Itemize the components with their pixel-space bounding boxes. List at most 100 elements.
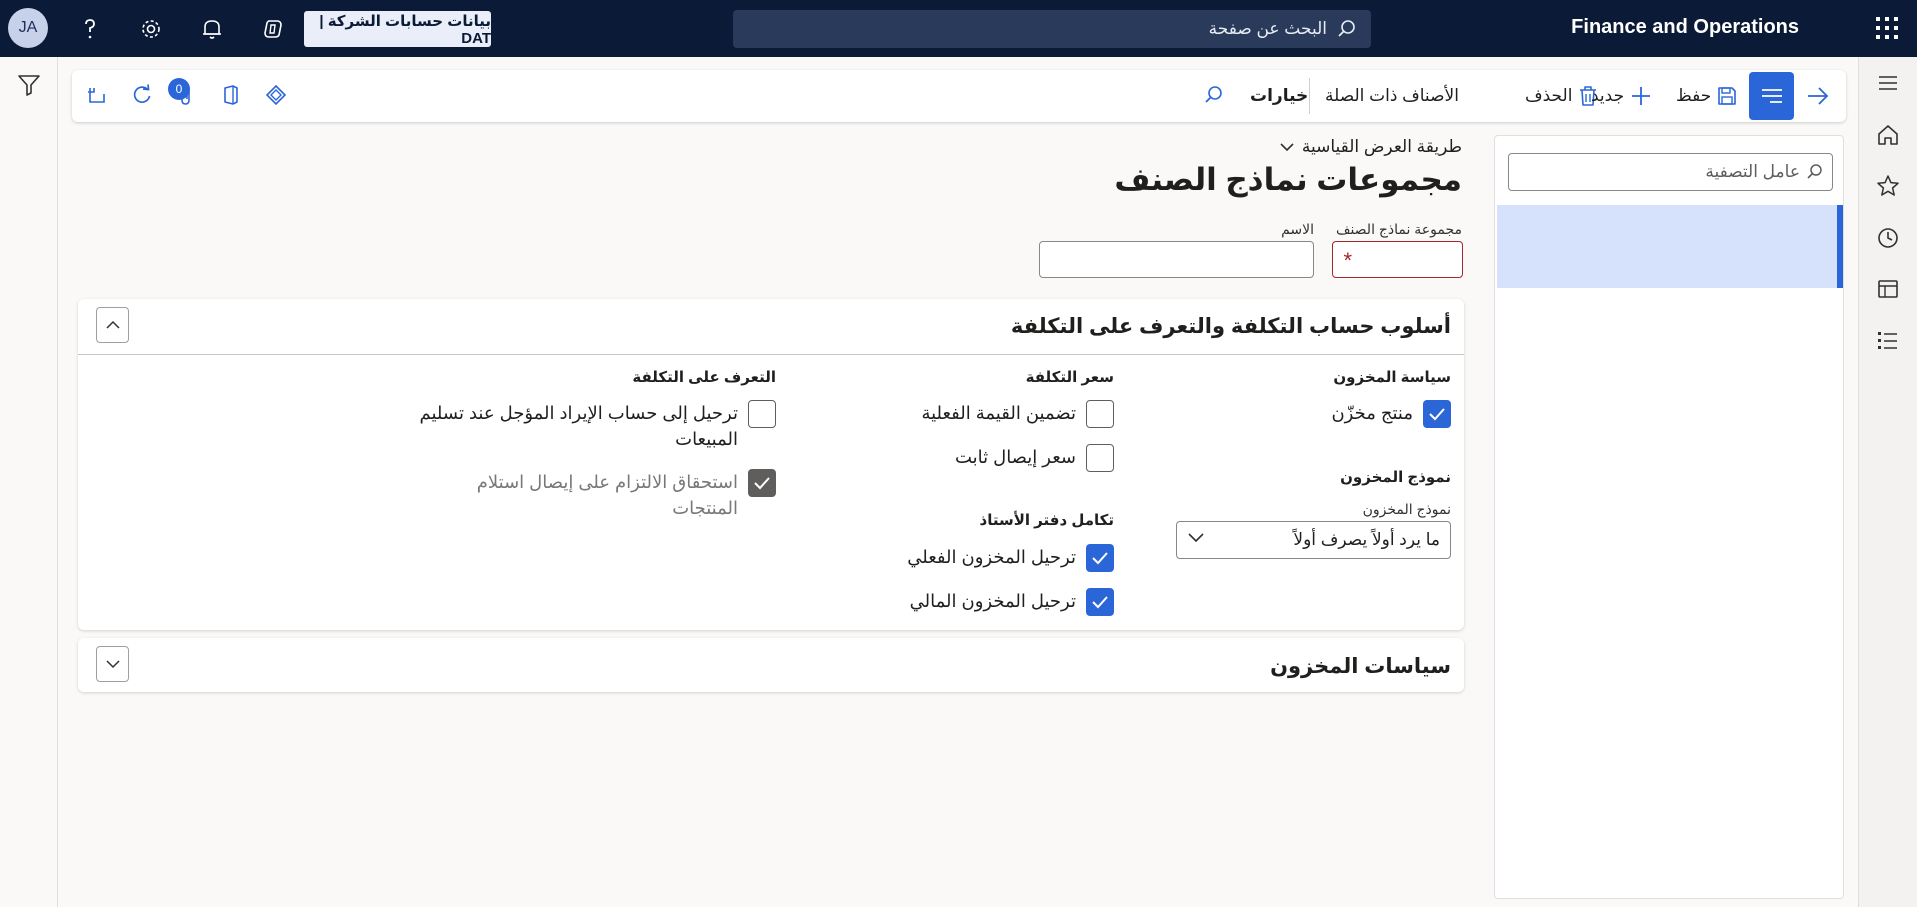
add-plus-icon — [1630, 85, 1652, 107]
app-title[interactable]: Finance and Operations — [1571, 16, 1799, 39]
selected-list-row[interactable] — [1497, 205, 1843, 288]
inventory-model-label: نموذج المخزون — [1362, 501, 1451, 517]
chevron-down-icon — [105, 659, 121, 669]
delete-label: الحذف — [1525, 86, 1573, 105]
home-icon[interactable] — [1876, 123, 1900, 147]
fixed-receipt-price-row[interactable]: سعر إيصال ثابت — [955, 444, 1114, 472]
accrue-liability-checkbox — [748, 469, 776, 497]
action-separator — [1309, 78, 1310, 114]
cost-price-heading: سعر التكلفة — [1025, 369, 1114, 386]
costing-fasttab-header[interactable]: أسلوب حساب التكلفة والتعرف على التكلفة — [78, 299, 1464, 354]
post-financial-inventory-checkbox[interactable] — [1086, 588, 1114, 616]
cost-recognition-heading: التعرف على التكلفة — [632, 369, 776, 386]
action-search-icon[interactable] — [1203, 84, 1227, 108]
filter-search-icon — [1806, 163, 1824, 181]
waffle-icon[interactable] — [1875, 16, 1899, 40]
page-search-input[interactable]: البحث عن صفحة — [733, 10, 1371, 48]
accrue-liability-row: استحقاق الالتزام على إيصال استلام المنتج… — [477, 469, 776, 521]
post-physical-inventory-label: ترحيل المخزون الفعلي — [907, 547, 1076, 567]
office-apps-icon[interactable] — [220, 84, 244, 108]
list-filter-input[interactable]: عامل التصفية — [1508, 153, 1833, 191]
new-button[interactable]: جديد — [1591, 70, 1652, 122]
item-model-group-input[interactable]: * — [1332, 241, 1463, 278]
save-disk-icon — [1717, 86, 1737, 106]
collapse-fasttab-button[interactable] — [96, 307, 129, 343]
right-navigation-rail — [1858, 57, 1917, 907]
record-list-panel: عامل التصفية — [1494, 135, 1844, 899]
attachments-count-badge: 0 — [168, 78, 190, 100]
workspaces-icon[interactable] — [1876, 277, 1900, 301]
options-tab[interactable]: خيارات — [1250, 70, 1308, 122]
post-deferred-revenue-checkbox[interactable] — [748, 400, 776, 428]
costing-fasttab-title: أسلوب حساب التكلفة والتعرف على التكلفة — [1010, 315, 1451, 338]
chevron-down-icon — [1187, 532, 1205, 544]
post-financial-inventory-label: ترحيل المخزون المالي — [909, 591, 1076, 611]
favorites-star-icon[interactable] — [1876, 174, 1900, 198]
ledger-integration-heading: تكامل دفتر الأستاذ — [979, 512, 1115, 529]
chevron-down-icon — [1280, 142, 1294, 152]
action-pane: خيارات الأصناف ذات الصلة الحذف جديد حفظ — [72, 70, 1846, 122]
post-deferred-revenue-row[interactable]: ترحيل إلى حساب الإيراد المؤجل عند تسليم … — [420, 400, 776, 452]
inventory-model-value: ما يرد أولاً يصرف أولاً — [1293, 530, 1440, 549]
list-filter-placeholder: عامل التصفية — [1705, 162, 1800, 181]
inventory-model-heading: نموذج المخزون — [1340, 469, 1451, 486]
expand-fasttab-button[interactable] — [96, 646, 129, 682]
power-apps-icon[interactable] — [265, 84, 289, 108]
inventory-policies-fasttab[interactable]: سياسات المخزون — [78, 638, 1464, 692]
stocked-product-checkbox[interactable] — [1423, 400, 1451, 428]
include-physical-value-label: تضمين القيمة الفعلية — [921, 403, 1076, 423]
related-items-label: الأصناف ذات الصلة — [1325, 86, 1459, 105]
settings-icon[interactable] — [137, 15, 165, 43]
refresh-icon[interactable] — [131, 84, 155, 108]
post-financial-inventory-row[interactable]: ترحيل المخزون المالي — [910, 588, 1114, 616]
required-star: * — [1343, 248, 1352, 273]
filter-icon[interactable] — [17, 73, 41, 97]
fasttab-divider — [78, 354, 1464, 355]
list-lines-icon — [1760, 86, 1784, 106]
name-input[interactable] — [1039, 241, 1314, 278]
user-avatar[interactable]: JA — [8, 8, 48, 48]
related-items-tab[interactable]: الأصناف ذات الصلة — [1325, 70, 1459, 122]
costing-fasttab: أسلوب حساب التكلفة والتعرف على التكلفة س… — [78, 299, 1464, 630]
accrue-liability-line2: المنتجات — [672, 498, 738, 518]
inventory-policy-heading: سياسة المخزون — [1333, 369, 1451, 386]
post-physical-inventory-checkbox[interactable] — [1086, 544, 1114, 572]
name-label: الاسم — [1281, 221, 1314, 237]
recent-clock-icon[interactable] — [1876, 226, 1900, 250]
inventory-model-select[interactable]: ما يرد أولاً يصرف أولاً — [1176, 521, 1451, 559]
new-label: جديد — [1591, 86, 1625, 105]
search-placeholder: البحث عن صفحة — [1208, 19, 1327, 38]
item-model-group-label: مجموعة نماذج الصنف — [1335, 221, 1462, 237]
search-icon — [1337, 19, 1357, 39]
inventory-policies-fasttab-title: سياسات المخزون — [1270, 655, 1451, 678]
delete-button[interactable]: الحذف — [1525, 70, 1598, 122]
hamburger-menu-icon[interactable] — [1876, 71, 1900, 95]
view-mode-label: طريقة العرض القياسية — [1301, 137, 1462, 156]
top-navigation-bar: JA بيانات حسابات الشركة | DAT البحث عن ص… — [0, 0, 1917, 57]
include-physical-value-checkbox[interactable] — [1086, 400, 1114, 428]
modules-list-icon[interactable] — [1876, 329, 1900, 353]
save-button[interactable]: حفظ — [1676, 70, 1737, 122]
save-label: حفظ — [1676, 86, 1712, 105]
stocked-product-label: منتج مخزّن — [1331, 403, 1413, 423]
fixed-receipt-price-checkbox[interactable] — [1086, 444, 1114, 472]
view-mode-selector[interactable]: طريقة العرض القياسية — [1280, 137, 1462, 157]
post-deferred-revenue-line2: المبيعات — [675, 429, 738, 449]
include-physical-value-row[interactable]: تضمين القيمة الفعلية — [921, 400, 1114, 428]
chevron-up-icon — [105, 320, 121, 330]
company-selector-button[interactable]: بيانات حسابات الشركة | DAT — [304, 11, 491, 47]
stocked-product-checkbox-row[interactable]: منتج مخزّن — [1331, 400, 1451, 428]
open-in-office-icon[interactable] — [86, 84, 110, 108]
notifications-icon[interactable] — [198, 15, 226, 43]
fixed-receipt-price-label: سعر إيصال ثابت — [954, 447, 1076, 467]
back-arrow-icon[interactable] — [1806, 84, 1830, 108]
copilot-icon[interactable] — [259, 15, 287, 43]
accrue-liability-label: استحقاق الالتزام على إيصال استلام المنتج… — [477, 469, 738, 521]
help-icon[interactable] — [76, 15, 104, 43]
inventory-policies-fasttab-header[interactable]: سياسات المخزون — [78, 638, 1464, 692]
page-title: مجموعات نماذج الصنف — [1114, 162, 1462, 197]
accrue-liability-line1: استحقاق الالتزام على إيصال استلام — [476, 472, 738, 492]
list-toggle-button[interactable] — [1749, 72, 1794, 120]
post-physical-inventory-row[interactable]: ترحيل المخزون الفعلي — [907, 544, 1114, 572]
post-deferred-revenue-label: ترحيل إلى حساب الإيراد المؤجل عند تسليم … — [420, 400, 738, 452]
